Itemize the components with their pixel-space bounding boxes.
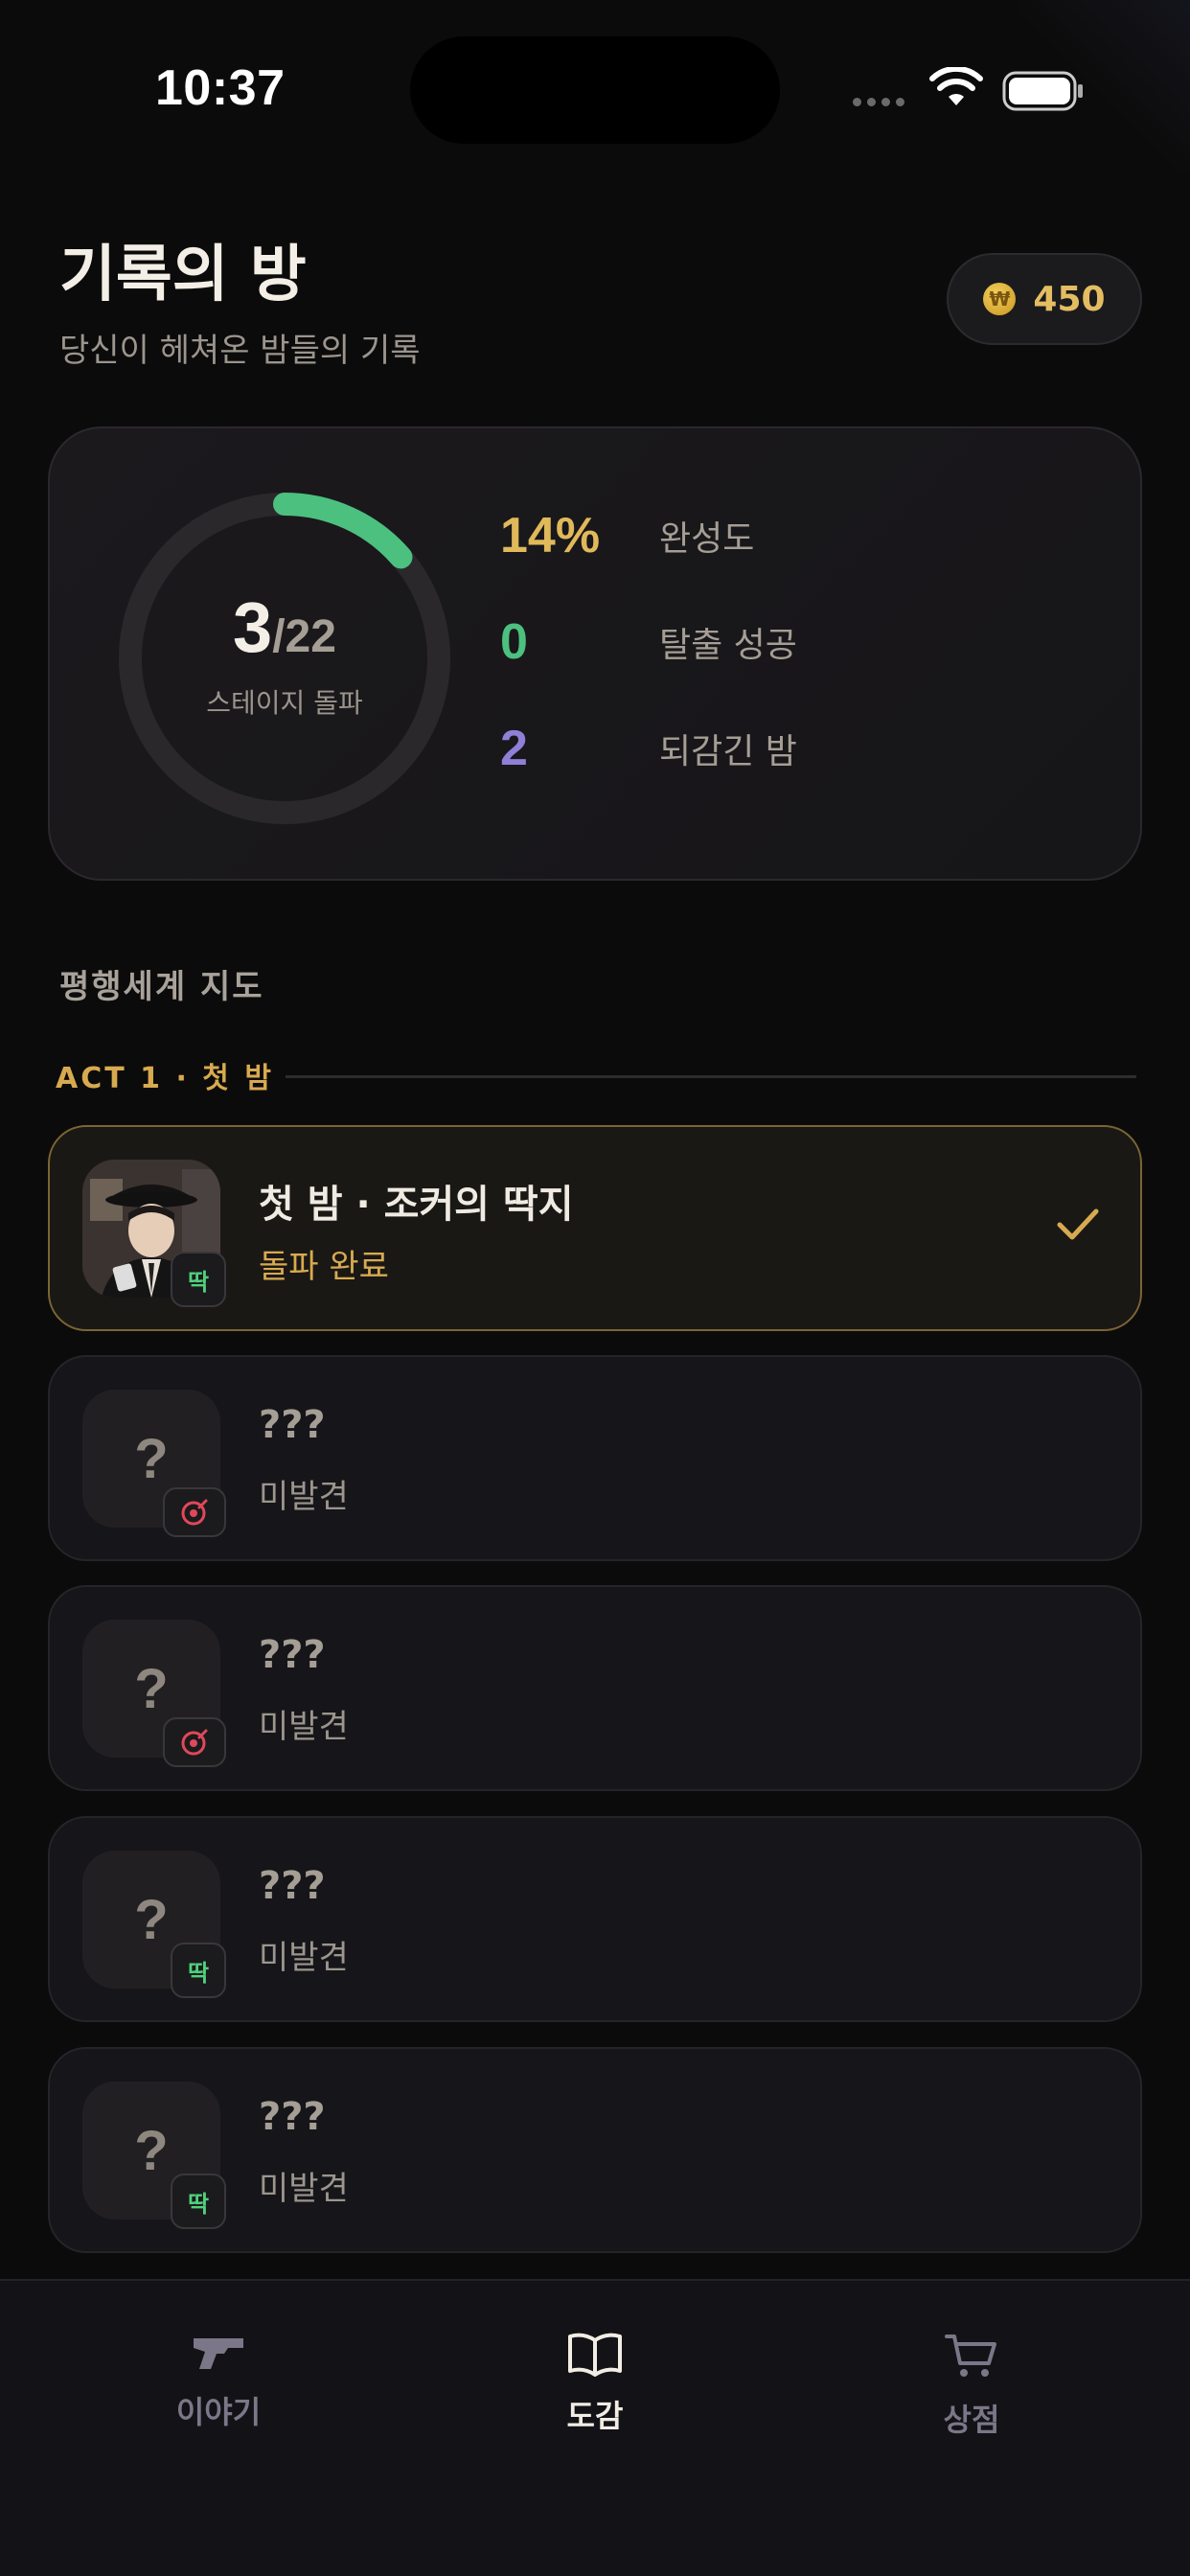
tab-collection-label: 도감 xyxy=(566,2398,624,2434)
page-title: 기록의 방 xyxy=(59,240,307,310)
ttak-badge: 딱 xyxy=(171,1252,226,1307)
stage-card-locked[interactable]: ? ??? 미발견 xyxy=(48,1585,1142,1791)
status-time: 10:37 xyxy=(155,60,286,116)
coin-icon: ₩ xyxy=(983,283,1017,315)
act-divider xyxy=(286,1075,1136,1078)
stage-title: 첫 밤 · 조커의 딱지 xyxy=(259,1183,574,1227)
stage-status: 미발견 xyxy=(259,1478,349,1516)
stat-escapes: 0 탈출 성공 xyxy=(500,614,797,670)
stat-rewinds: 2 되감긴 밤 xyxy=(500,721,797,776)
stage-title: ??? xyxy=(259,2095,326,2139)
check-icon xyxy=(1057,1208,1099,1240)
act-label: ACT 1 · 첫 밤 xyxy=(56,1062,274,1095)
stage-card-locked[interactable]: ? ??? 미발견 xyxy=(48,1355,1142,1561)
coin-amount: 450 xyxy=(1033,279,1106,319)
stage-title: ??? xyxy=(259,1633,326,1677)
tab-story[interactable]: 이야기 xyxy=(113,2331,324,2432)
stage-status: 돌파 완료 xyxy=(259,1248,389,1286)
cart-icon xyxy=(945,2334,996,2377)
progress-card: 3/22 스테이지 돌파 14% 완성도 0 탈출 성공 2 되감긴 밤 xyxy=(48,426,1142,881)
stage-card-locked[interactable]: ? 딱 ??? 미발견 xyxy=(48,2047,1142,2253)
page-subtitle: 당신이 헤쳐온 밤들의 기록 xyxy=(59,332,421,370)
stage-card-locked[interactable]: ? 딱 ??? 미발견 xyxy=(48,1816,1142,2022)
stages-cleared-label: 스테이지 돌파 xyxy=(206,687,363,719)
tab-shop[interactable]: 상점 xyxy=(866,2331,1077,2440)
bottom-tab-bar: 이야기 도감 상점 xyxy=(0,2279,1190,2576)
target-icon xyxy=(163,1717,226,1767)
dynamic-island xyxy=(410,36,780,144)
tab-collection[interactable]: 도감 xyxy=(490,2331,700,2436)
stage-status: 미발견 xyxy=(259,1939,349,1977)
battery-icon xyxy=(1002,71,1083,111)
cellular-signal-icon xyxy=(853,98,904,106)
tab-shop-label: 상점 xyxy=(943,2402,1000,2438)
coin-balance-button[interactable]: ₩ 450 xyxy=(947,253,1142,345)
tab-story-label: 이야기 xyxy=(175,2394,262,2430)
stage-card[interactable]: 딱 첫 밤 · 조커의 딱지 돌파 완료 xyxy=(48,1125,1142,1331)
stage-status: 미발견 xyxy=(259,2170,349,2208)
book-icon xyxy=(568,2333,622,2377)
stages-cleared-count: 3/22 xyxy=(233,587,336,667)
ttak-badge: 딱 xyxy=(171,2174,226,2229)
section-title: 평행세계 지도 xyxy=(59,968,264,1006)
gun-icon xyxy=(194,2338,243,2369)
wifi-icon xyxy=(929,67,983,105)
ttak-badge: 딱 xyxy=(171,1943,226,1998)
target-icon xyxy=(163,1487,226,1537)
stat-completion: 14% 완성도 xyxy=(500,508,755,564)
stage-title: ??? xyxy=(259,1864,326,1908)
stage-status: 미발견 xyxy=(259,1708,349,1746)
stage-title: ??? xyxy=(259,1403,326,1447)
